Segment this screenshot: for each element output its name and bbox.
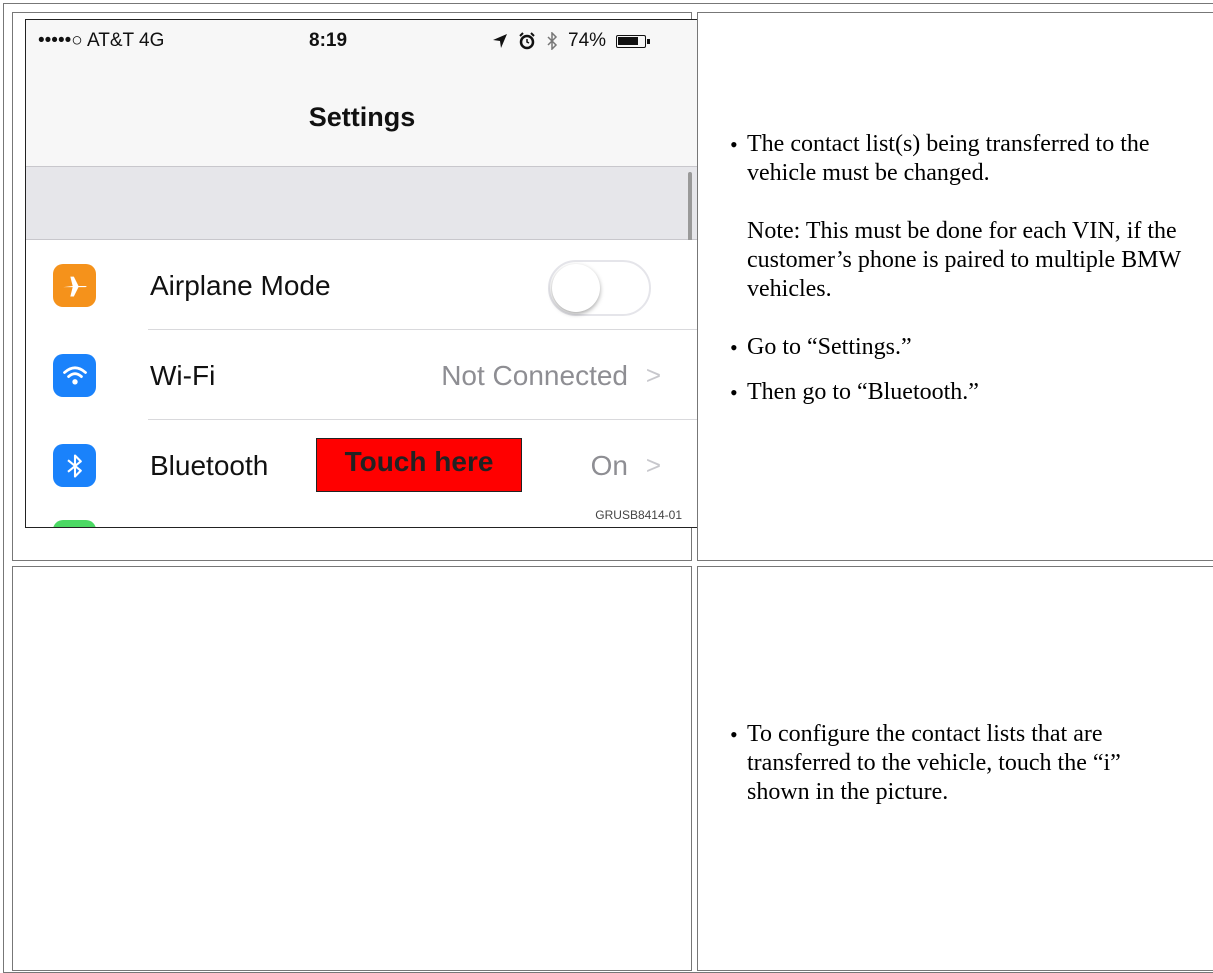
alarm-clock-icon	[519, 32, 535, 50]
list-item: Go to “Settings.”	[698, 333, 1188, 362]
status-bar: •••••○ AT&T 4G 8:19 74%	[26, 20, 698, 62]
list-item: Then go to “Bluetooth.”	[698, 378, 1188, 407]
page-title: Settings	[308, 102, 416, 132]
section-gap	[26, 167, 698, 240]
wifi-icon	[53, 354, 96, 397]
instruction-list-bottom: To configure the contact lists that are …	[698, 720, 1188, 807]
instruction-text: The contact list(s) being transferred to…	[747, 131, 1150, 186]
touch-here-callout: Touch here	[316, 438, 522, 492]
settings-row-bluetooth[interactable]: Bluetooth Touch here On >	[26, 420, 698, 510]
cell-instructions-bottom: To configure the contact lists that are …	[697, 566, 1213, 971]
chevron-right-icon: >	[645, 450, 661, 480]
chevron-right-icon: >	[645, 360, 661, 390]
status-right: 74%	[492, 30, 651, 52]
figure-code: GRUSB8414-01	[595, 508, 682, 522]
battery-percent: 74%	[568, 30, 607, 51]
bluetooth-status-value: On	[590, 450, 628, 481]
note-text: Note: This must be done for each VIN, if…	[747, 218, 1181, 302]
location-arrow-icon	[493, 34, 507, 48]
battery-icon	[616, 34, 651, 48]
instruction-text: Then go to “Bluetooth.”	[747, 379, 979, 405]
airplane-icon	[53, 264, 96, 307]
list-item: To configure the contact lists that are …	[698, 720, 1188, 807]
instruction-list-top: The contact list(s) being transferred to…	[698, 130, 1188, 407]
row-label-wifi: Wi-Fi	[150, 360, 216, 391]
phone-screenshot: •••••○ AT&T 4G 8:19 74% Settings Airplan…	[25, 19, 699, 528]
instruction-text: Go to “Settings.”	[747, 334, 912, 360]
cell-instructions-top: The contact list(s) being transferred to…	[697, 12, 1213, 561]
row-label-airplane-mode: Airplane Mode	[150, 270, 331, 301]
toggle-knob	[552, 264, 600, 312]
bluetooth-status-icon	[547, 32, 558, 50]
instruction-text: To configure the contact lists that are …	[747, 721, 1121, 805]
cell-screenshot: •••••○ AT&T 4G 8:19 74% Settings Airplan…	[12, 12, 699, 561]
list-item: The contact list(s) being transferred to…	[698, 130, 1188, 304]
status-time: 8:19	[309, 30, 348, 51]
settings-row-airplane-mode[interactable]: Airplane Mode	[26, 240, 698, 330]
cell-empty	[12, 566, 692, 971]
bluetooth-icon	[53, 444, 96, 487]
app-icon-partial	[53, 520, 96, 527]
nav-bar: Settings	[26, 62, 698, 167]
airplane-mode-toggle[interactable]	[548, 260, 651, 316]
carrier-signal: •••••○ AT&T 4G	[38, 30, 165, 51]
wifi-status-value: Not Connected	[441, 360, 628, 391]
row-label-bluetooth: Bluetooth	[150, 450, 269, 481]
settings-row-wifi[interactable]: Wi-Fi Not Connected >	[26, 330, 698, 420]
